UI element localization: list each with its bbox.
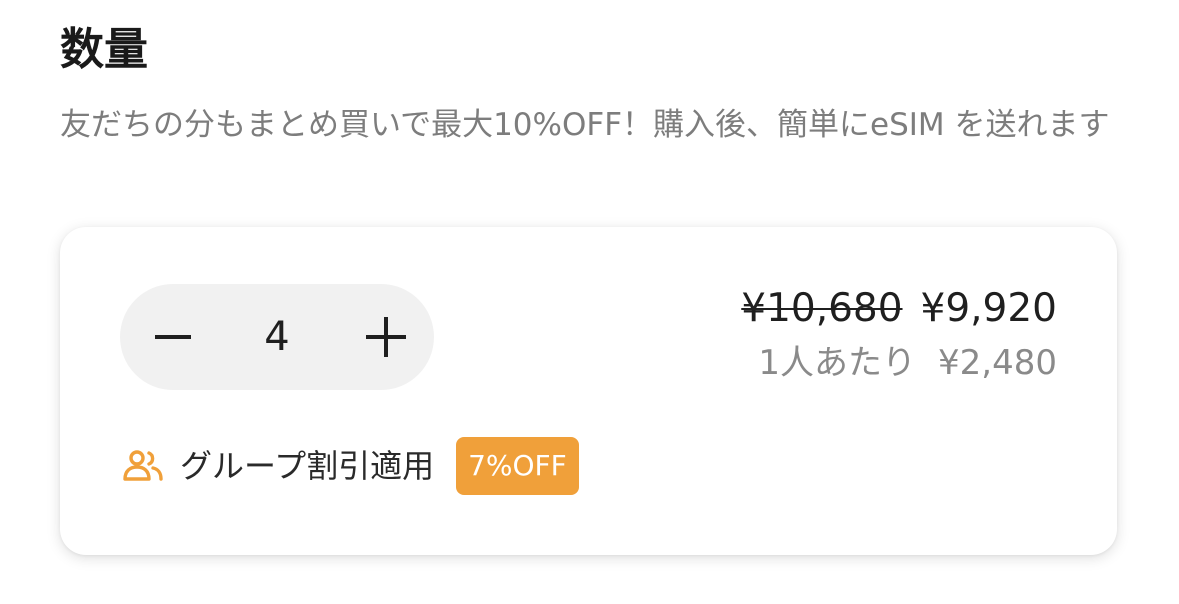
- plus-icon: [366, 317, 406, 357]
- group-icon: [123, 450, 163, 481]
- price-summary: ¥10,680 ¥9,920: [741, 284, 1057, 334]
- quantity-card: 4 ¥10,680 ¥9,920 1人あたり ¥2,480 グループ割引適用 7%O: [60, 227, 1117, 555]
- per-person-label: 1人あたり: [758, 343, 917, 383]
- group-discount-row: グループ割引適用 7%OFF: [122, 437, 579, 495]
- original-price: ¥10,680: [741, 286, 903, 331]
- discount-badge: 7%OFF: [456, 437, 579, 495]
- per-person-price-row: 1人あたり ¥2,480: [758, 339, 1057, 387]
- quantity-value: 4: [264, 314, 290, 360]
- section-description: 友だちの分もまとめ買いで最大10%OFF！購入後、簡単にeSIM を送れます: [60, 107, 1110, 143]
- group-discount-label: グループ割引適用: [180, 447, 435, 485]
- section-title: 数量: [60, 24, 148, 75]
- per-person-price: ¥2,480: [938, 343, 1057, 383]
- quantity-stepper: 4: [120, 284, 434, 390]
- decrement-button[interactable]: [120, 284, 224, 390]
- minus-icon: [155, 335, 191, 339]
- quantity-section: 数量 友だちの分もまとめ買いで最大10%OFF！購入後、簡単にeSIM を送れま…: [0, 0, 1179, 604]
- discounted-price: ¥9,920: [920, 286, 1057, 331]
- increment-button[interactable]: [330, 284, 434, 390]
